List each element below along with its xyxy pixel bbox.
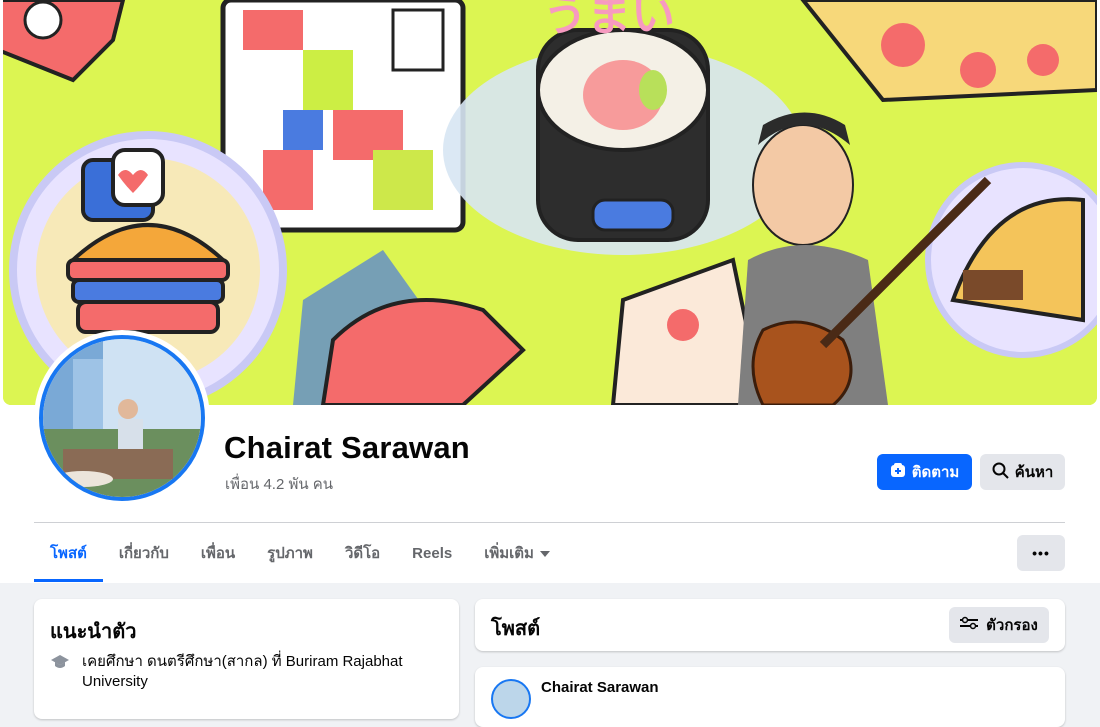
tab-label: เกี่ยวกับ [118, 545, 169, 562]
tab-more[interactable]: เพิ่มเติม [468, 524, 566, 582]
education-text[interactable]: เคยศึกษา ดนตรีศึกษา(สากล) ที่ Buriram Ra… [82, 652, 440, 692]
tab-label: รูปภาพ [267, 545, 313, 562]
chevron-down-icon [539, 545, 550, 562]
profile-header: うまい Chairat Sarawan เพื่อน 4.2 พัน คน ติ… [0, 0, 1100, 583]
tab-friends[interactable]: เพื่อน [185, 524, 251, 582]
post-author-name[interactable]: Chairat Sarawan [541, 679, 659, 696]
profile-picture[interactable] [34, 330, 210, 506]
filter-icon [960, 616, 979, 634]
filter-button[interactable]: ตัวกรอง [949, 607, 1049, 643]
filter-label: ตัวกรอง [986, 617, 1038, 634]
friends-count[interactable]: เพื่อน 4.2 พัน คน [225, 472, 333, 496]
follow-button[interactable]: ติดตาม [877, 454, 972, 490]
follow-label: ติดตาม [911, 464, 960, 481]
tab-posts[interactable]: โพสต์ [34, 524, 103, 582]
follow-icon [890, 462, 906, 482]
avatar [39, 335, 205, 501]
tab-label: โพสต์ [50, 545, 87, 562]
post-author-avatar[interactable] [491, 679, 531, 719]
header-divider [34, 522, 1065, 523]
tab-videos[interactable]: วิดีโอ [329, 524, 396, 582]
tab-label: วิดีโอ [344, 545, 381, 562]
tab-label: เพิ่มเติม [484, 545, 534, 562]
search-button[interactable]: ค้นหา [980, 454, 1065, 490]
posts-header-card: โพสต์ ตัวกรอง [475, 599, 1065, 651]
tab-label: Reels [412, 544, 453, 562]
intro-card: แนะนำตัว เคยศึกษา ดนตรีศึกษา(สากล) ที่ B… [34, 599, 459, 719]
tab-photos[interactable]: รูปภาพ [251, 524, 329, 582]
profile-name: Chairat Sarawan [224, 430, 470, 465]
tab-label: เพื่อน [200, 545, 236, 562]
graduation-cap-icon [50, 652, 70, 692]
intro-title: แนะนำตัว [50, 621, 137, 643]
tab-about[interactable]: เกี่ยวกับ [103, 524, 185, 582]
profile-tabs: โพสต์ เกี่ยวกับ เพื่อน รูปภาพ วิดีโอ Ree… [34, 524, 566, 582]
search-icon [992, 462, 1009, 483]
more-icon: ••• [1032, 545, 1050, 561]
education-row: เคยศึกษา ดนตรีศึกษา(สากล) ที่ Buriram Ra… [50, 652, 440, 692]
search-label: ค้นหา [1014, 464, 1054, 481]
post-card: Chairat Sarawan [475, 667, 1065, 727]
more-options-button[interactable]: ••• [1017, 535, 1065, 571]
svg-text:うまい: うまい [543, 0, 675, 41]
tab-reels[interactable]: Reels [396, 524, 468, 582]
posts-title: โพสต์ [491, 618, 541, 640]
avatar-photo [43, 339, 201, 497]
